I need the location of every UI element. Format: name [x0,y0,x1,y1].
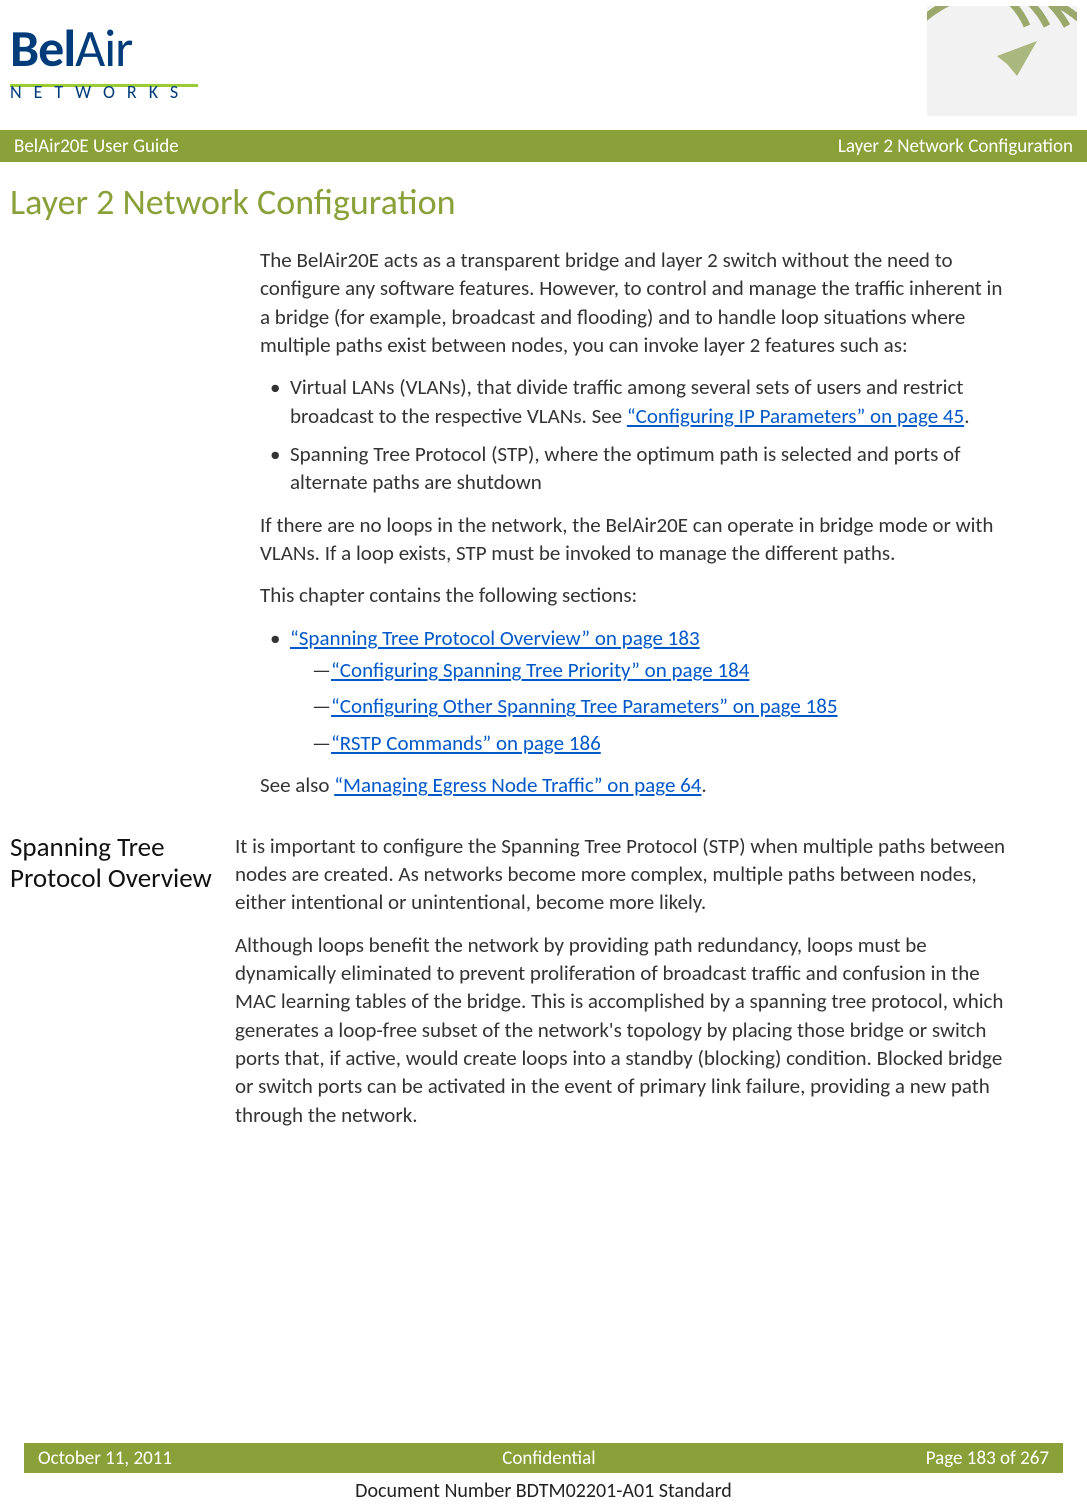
section1-paragraph-1: It is important to configure the Spannin… [235,832,1017,917]
link-configuring-ip-parameters[interactable]: “Configuring IP Parameters” on page 45 [627,403,964,429]
toc-sub-other-params: —“Configuring Other Spanning Tree Parame… [312,692,1017,720]
section1-paragraph-2: Although loops benefit the network by pr… [235,931,1017,1129]
feature-list: Virtual LANs (VLANs), that divide traffi… [260,373,1017,496]
toc-sub-priority: —“Configuring Spanning Tree Priority” on… [312,656,1017,684]
feature-vlan-text-post: . [964,403,969,429]
toc-sublist: —“Configuring Spanning Tree Priority” on… [290,656,1017,757]
feature-item-vlan: Virtual LANs (VLANs), that divide traffi… [290,373,1017,430]
section-body: It is important to configure the Spannin… [235,832,1017,1143]
header-left: BelAir20E User Guide [14,135,179,158]
header-right: Layer 2 Network Configuration [838,135,1073,158]
footer-date: October 11, 2011 [38,1447,172,1470]
page-title: Layer 2 Network Configuration [10,180,1087,224]
decorative-arc-icon [927,6,1077,116]
intro-paragraph-3: This chapter contains the following sect… [260,581,1017,609]
footer-bar: October 11, 2011 Confidential Page 183 o… [24,1443,1063,1473]
see-also: See also “Managing Egress Node Traffic” … [260,771,1017,799]
footer-document-number: Document Number BDTM02201-A01 Standard [0,1479,1087,1503]
logo-subtitle: NETWORKS [10,81,198,103]
toc-list: “Spanning Tree Protocol Overview” on pag… [260,624,1017,757]
toc-sub-rstp: —“RSTP Commands” on page 186 [312,729,1017,757]
document-page: BelAir NETWORKS BelAir20E User Guide Lay… [0,0,1087,1511]
see-also-pre: See also [260,772,334,798]
see-also-post: . [701,772,706,798]
footer-confidential: Confidential [502,1447,595,1470]
feature-item-stp: Spanning Tree Protocol (STP), where the … [290,440,1017,497]
intro-block: The BelAir20E acts as a transparent brid… [260,246,1017,800]
link-rstp-commands[interactable]: “RSTP Commands” on page 186 [331,730,601,756]
section-heading: Spanning Tree Protocol Overview [0,832,235,894]
intro-paragraph-2: If there are no loops in the network, th… [260,511,1017,568]
top-logo-row: BelAir NETWORKS [0,0,1087,130]
link-stp-overview[interactable]: “Spanning Tree Protocol Overview” on pag… [290,625,700,651]
logo-word-bold: Bel [10,16,75,80]
link-managing-egress[interactable]: “Managing Egress Node Traffic” on page 6… [334,772,701,798]
section-stp-overview: Spanning Tree Protocol Overview It is im… [0,832,1087,1143]
link-stp-other-params[interactable]: “Configuring Other Spanning Tree Paramet… [331,693,837,719]
header-bar: BelAir20E User Guide Layer 2 Network Con… [0,130,1087,162]
belair-logo: BelAir NETWORKS [10,16,198,103]
intro-paragraph-1: The BelAir20E acts as a transparent brid… [260,246,1017,359]
footer-page: Page 183 of 267 [926,1447,1049,1470]
link-stp-priority[interactable]: “Configuring Spanning Tree Priority” on … [331,657,749,683]
toc-item-stp-overview: “Spanning Tree Protocol Overview” on pag… [290,624,1017,757]
logo-word-light: Air [75,16,132,80]
